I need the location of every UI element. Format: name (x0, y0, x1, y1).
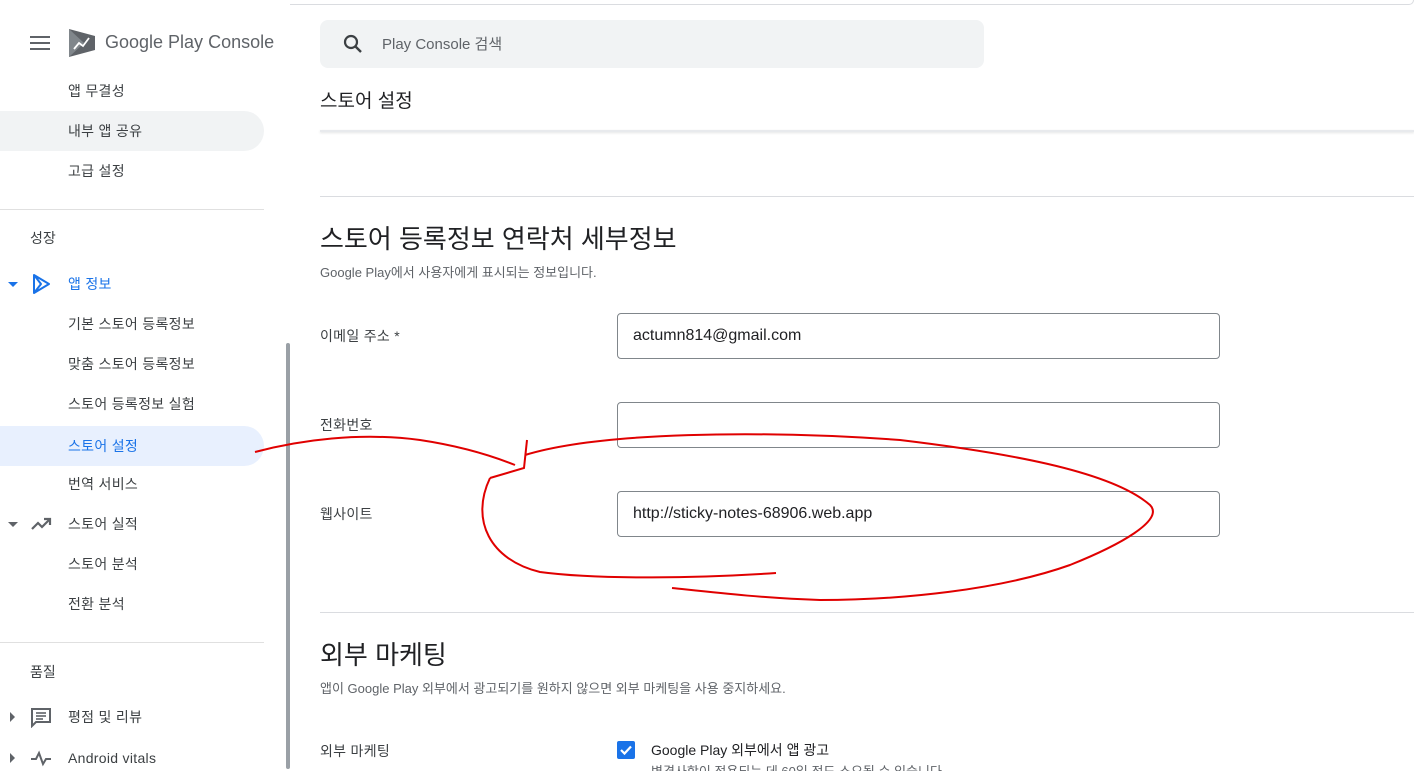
sidebar-item-app-integrity[interactable]: 앱 무결성 (0, 71, 264, 111)
sidebar-item-internal-app-sharing[interactable]: 내부 앱 공유 (0, 111, 264, 151)
hamburger-menu-icon[interactable] (30, 36, 50, 50)
sidebar-section-growth: 성장 (30, 230, 56, 246)
marketing-section-subtitle: 앱이 Google Play 외부에서 광고되기를 원하지 않으면 외부 마케팅… (320, 681, 786, 696)
expand-caret-icon[interactable] (8, 282, 18, 287)
sidebar-item-conversion-analysis[interactable]: 전환 분석 (0, 584, 264, 624)
play-triangle-icon (33, 274, 50, 294)
sidebar-item-label: 기본 스토어 등록정보 (68, 316, 195, 332)
sidebar-item-label: 스토어 실적 (68, 516, 139, 532)
sidebar-item-label: 고급 설정 (68, 163, 125, 179)
contact-section-heading: 스토어 등록정보 연락처 세부정보 (320, 224, 677, 254)
sidebar-item-label: 맞춤 스토어 등록정보 (68, 356, 195, 372)
trending-up-icon (31, 517, 52, 530)
sidebar-item-label: 평점 및 리뷰 (68, 709, 143, 725)
sidebar-item-label: 스토어 등록정보 실험 (68, 396, 195, 412)
play-console-logo-icon (69, 29, 95, 57)
sidebar-item-label: Android vitals (68, 750, 157, 766)
phone-label: 전화번호 (320, 417, 373, 433)
sidebar-section-quality: 품질 (30, 664, 56, 680)
vitals-pulse-icon (31, 750, 51, 767)
sidebar-item-android-vitals[interactable]: Android vitals (0, 738, 264, 771)
sidebar-divider (0, 642, 264, 643)
sidebar-item-label: 스토어 분석 (68, 556, 139, 572)
sidebar-item-store-listing-experiments[interactable]: 스토어 등록정보 실험 (0, 384, 264, 424)
sidebar-item-label: 앱 무결성 (68, 83, 125, 99)
sidebar-item-store-settings[interactable]: 스토어 설정 (0, 426, 264, 466)
sidebar-item-ratings-reviews[interactable]: 평점 및 리뷰 (0, 697, 264, 737)
email-field[interactable] (617, 313, 1220, 359)
sidebar-scrollbar[interactable] (286, 343, 290, 769)
website-label: 웹사이트 (320, 506, 373, 522)
page-title: 스토어 설정 (320, 91, 413, 112)
expand-caret-icon[interactable] (10, 753, 15, 763)
email-label: 이메일 주소 * (320, 328, 401, 344)
phone-field[interactable] (617, 402, 1220, 448)
sidebar-item-label: 앱 정보 (68, 276, 112, 292)
logo-console-text: Console (208, 32, 275, 52)
sidebar-item-label: 내부 앱 공유 (68, 123, 143, 139)
checkmark-icon (620, 745, 632, 756)
title-divider (320, 130, 1414, 132)
website-field[interactable] (617, 491, 1220, 537)
marketing-section-heading: 외부 마케팅 (320, 640, 447, 670)
logo-google-play-text: Google Play (105, 32, 204, 52)
sidebar-item-custom-store-listing[interactable]: 맞춤 스토어 등록정보 (0, 344, 264, 384)
marketing-label: 외부 마케팅 (320, 743, 391, 759)
external-marketing-checkbox[interactable] (617, 741, 635, 759)
external-marketing-checkbox-label[interactable]: Google Play 외부에서 앱 광고 (651, 740, 829, 760)
sidebar-item-label: 스토어 설정 (68, 438, 139, 454)
review-comment-icon (31, 708, 51, 728)
app-logo-text[interactable]: Google Play Console (105, 32, 274, 53)
sidebar: Google Play Console 앱 무결성 내부 앱 공유 고급 설정 … (0, 0, 290, 771)
expand-caret-icon[interactable] (10, 712, 15, 722)
section-divider (320, 612, 1414, 613)
sidebar-item-store-analysis[interactable]: 스토어 분석 (0, 544, 264, 584)
sidebar-item-store-performance[interactable]: 스토어 실적 (0, 504, 264, 544)
sidebar-item-label: 전환 분석 (68, 596, 125, 612)
sidebar-item-label: 번역 서비스 (68, 476, 139, 492)
expand-caret-icon[interactable] (8, 522, 18, 527)
section-divider (320, 196, 1414, 197)
search-icon[interactable] (342, 33, 364, 55)
sidebar-item-advanced-settings[interactable]: 고급 설정 (0, 151, 264, 191)
window-top-border (100, 0, 1414, 5)
sidebar-item-translation-service[interactable]: 번역 서비스 (0, 464, 264, 504)
external-marketing-help-text: 변경사항이 적용되는 데 60일 정도 소요될 수 있습니다 (651, 761, 942, 771)
search-input[interactable] (382, 20, 962, 68)
sidebar-item-app-info[interactable]: 앱 정보 (0, 264, 264, 304)
search-bar[interactable] (320, 20, 984, 68)
sidebar-divider (0, 209, 264, 210)
contact-section-subtitle: Google Play에서 사용자에게 표시되는 정보입니다. (320, 265, 597, 280)
sidebar-item-main-store-listing[interactable]: 기본 스토어 등록정보 (0, 304, 264, 344)
